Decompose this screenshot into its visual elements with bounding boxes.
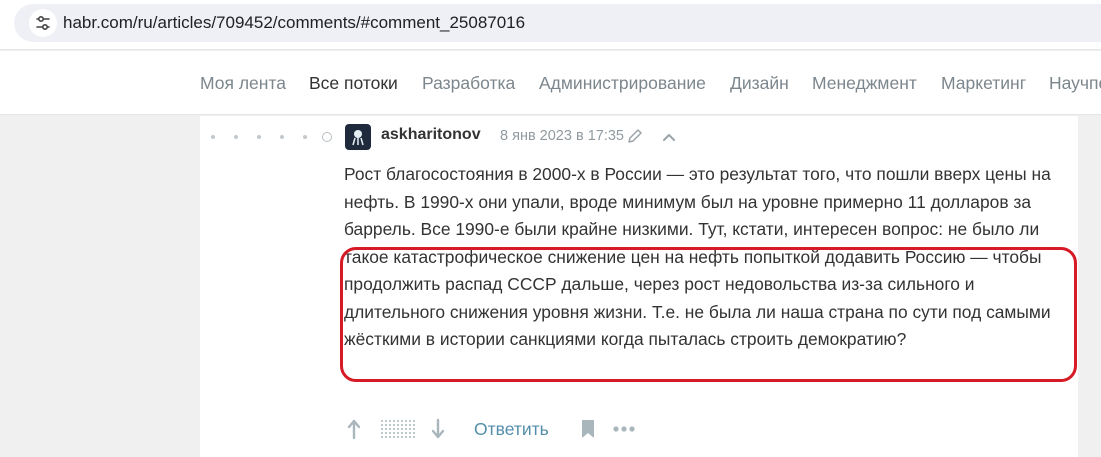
- nav-item-management[interactable]: Менеджмент: [812, 51, 917, 115]
- nav-item-popsci[interactable]: Научпо: [1049, 51, 1101, 115]
- arrow-down-icon[interactable]: [424, 413, 452, 445]
- thread-dot: [257, 135, 261, 139]
- thread-dot: [280, 135, 284, 139]
- comment-author[interactable]: askharitonov: [381, 126, 481, 144]
- nav-item-marketing[interactable]: Маркетинг: [941, 51, 1026, 115]
- comment-actions: Ответить: [340, 413, 660, 445]
- thread-dot: [211, 135, 215, 139]
- bookmark-icon[interactable]: [576, 413, 600, 445]
- comment-timestamp[interactable]: 8 янв 2023 в 17:35: [500, 128, 624, 144]
- more-dots-icon[interactable]: [610, 413, 638, 445]
- nav-item-administration[interactable]: Администрирование: [539, 51, 706, 115]
- thread-depth-indicator: [200, 116, 340, 156]
- nav-item-design[interactable]: Дизайн: [730, 51, 789, 115]
- thread-dot: [234, 135, 238, 139]
- nav-item-all-streams[interactable]: Все потоки: [309, 51, 398, 115]
- tune-icon[interactable]: [29, 9, 57, 37]
- url-text[interactable]: habr.com/ru/articles/709452/comments/#co…: [63, 4, 525, 42]
- avatar[interactable]: [345, 124, 371, 150]
- nav-item-my-feed[interactable]: Моя лента: [200, 51, 286, 115]
- reply-link[interactable]: Ответить: [474, 413, 549, 445]
- browser-toolbar: habr.com/ru/articles/709452/comments/#co…: [0, 0, 1101, 50]
- nav-item-development[interactable]: Разработка: [422, 51, 515, 115]
- hubs-navigation: Моя лента Все потоки Разработка Админист…: [0, 51, 1101, 115]
- pencil-icon[interactable]: [626, 127, 644, 145]
- arrow-up-icon[interactable]: [340, 413, 368, 445]
- thread-current-ring[interactable]: [322, 132, 332, 142]
- comment-card: askharitonov 8 янв 2023 в 17:35 Рост бла…: [200, 116, 1078, 457]
- comment-body: Рост благосостояния в 2000-х в России — …: [344, 164, 1051, 349]
- score-placeholder: [380, 419, 416, 439]
- address-bar[interactable]: habr.com/ru/articles/709452/comments/#co…: [14, 4, 1101, 42]
- chevron-up-icon[interactable]: [661, 129, 677, 145]
- thread-dot: [303, 135, 307, 139]
